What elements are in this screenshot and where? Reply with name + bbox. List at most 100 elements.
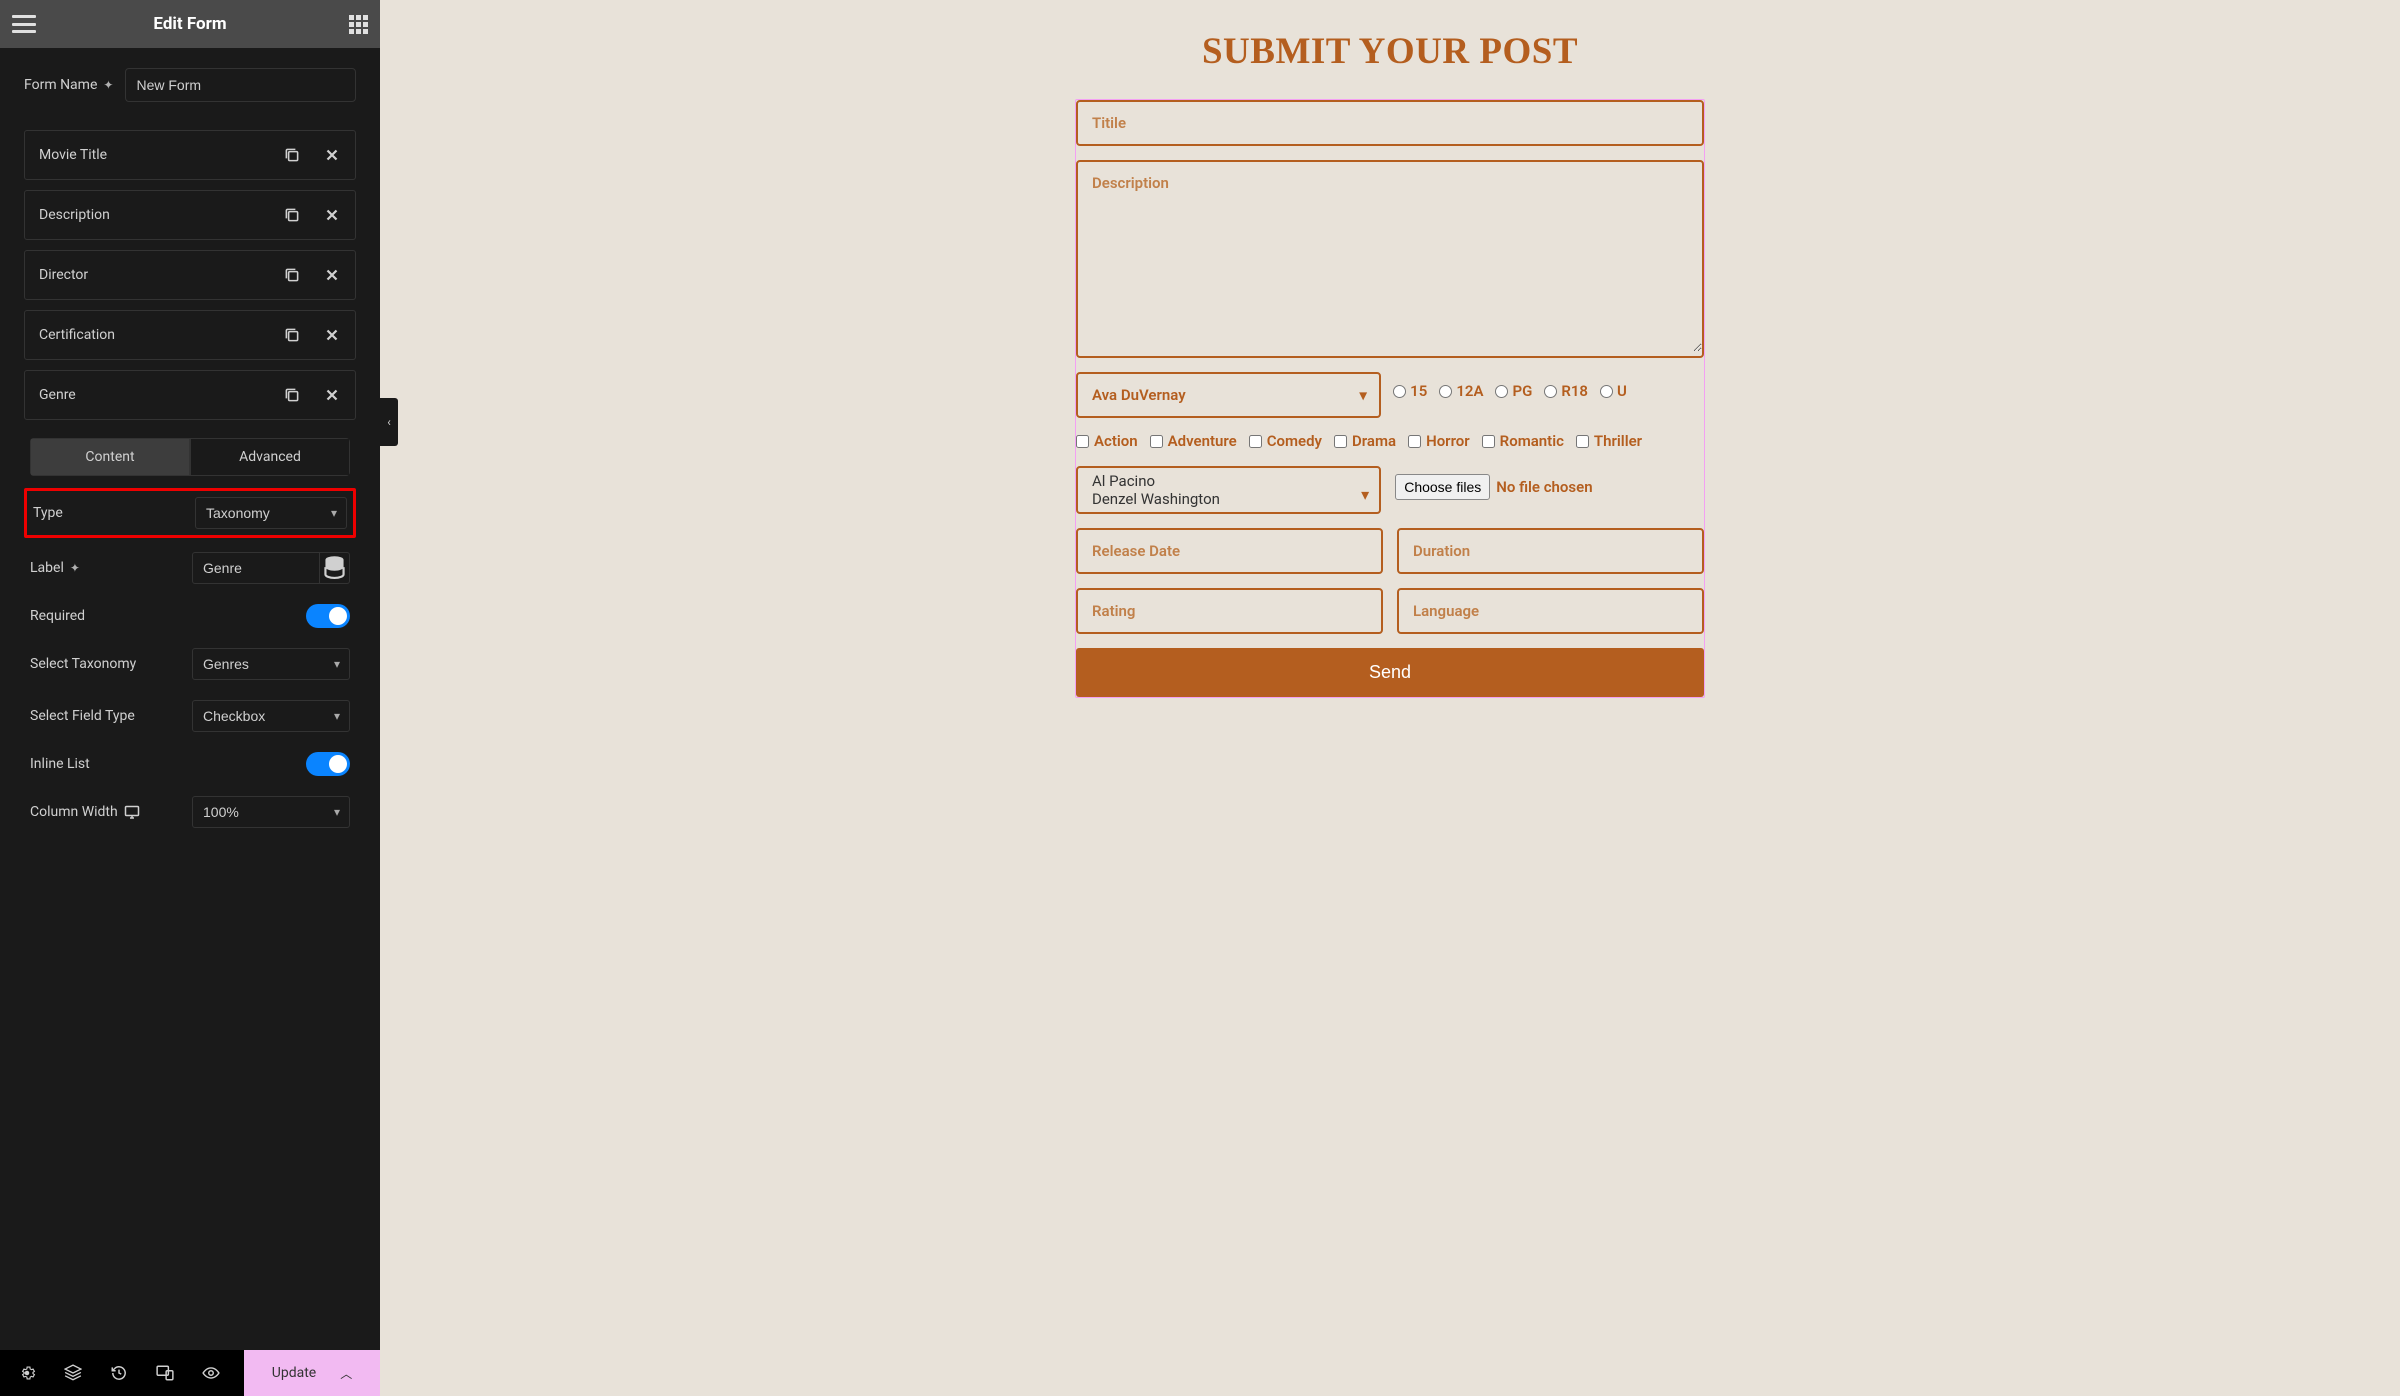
close-icon[interactable] [323,266,341,284]
genre-checkbox[interactable] [1482,435,1495,448]
settings-icon[interactable] [18,1364,36,1382]
prop-select-taxonomy-label: Select Taxonomy [30,656,180,672]
cert-radio[interactable] [1544,385,1557,398]
form-name-row: Form Name ✦ [24,68,356,102]
director-field: Ava DuVernay [1076,372,1381,418]
prop-select-field-type-row: Select Field Type Checkbox [30,700,350,732]
field-item[interactable]: Genre [24,370,356,420]
cert-option[interactable]: 15 [1393,382,1427,400]
history-icon[interactable] [110,1364,128,1382]
genre-checkbox[interactable] [1334,435,1347,448]
desktop-icon[interactable] [124,804,140,820]
close-icon[interactable] [323,326,341,344]
field-item[interactable]: Description [24,190,356,240]
prop-type-label: Type [33,505,183,521]
close-icon[interactable] [323,206,341,224]
chevron-up-icon: ︿ [340,1365,352,1382]
field-item-label: Genre [39,387,283,403]
editor-sidebar: Edit Form Form Name ✦ Movie Title Descrip… [0,0,380,1396]
responsive-icon[interactable] [156,1364,174,1382]
duplicate-icon[interactable] [283,146,301,164]
prop-select-field-type-label: Select Field Type [30,708,180,724]
update-button[interactable]: Update ︿ [244,1350,380,1396]
duplicate-icon[interactable] [283,206,301,224]
column-width-select[interactable]: 100% [192,796,350,828]
genre-option[interactable]: Thriller [1576,432,1642,450]
hamburger-icon[interactable] [12,15,36,33]
actors-select[interactable]: Al PacinoDenzel Washington [1078,468,1379,512]
genre-option[interactable]: Horror [1408,432,1470,450]
inline-list-toggle[interactable] [306,752,350,776]
release-date-input[interactable] [1078,530,1381,572]
no-file-text: No file chosen [1496,478,1592,496]
cert-radio[interactable] [1495,385,1508,398]
database-icon[interactable] [320,552,350,584]
genre-checkbox[interactable] [1076,435,1089,448]
field-item[interactable]: Certification [24,310,356,360]
prop-label-input[interactable] [192,552,320,584]
director-select[interactable]: Ava DuVernay [1078,374,1379,416]
genre-option[interactable]: Action [1076,432,1138,450]
genre-checkbox[interactable] [1249,435,1262,448]
cert-option[interactable]: U [1600,382,1627,400]
language-input[interactable] [1399,590,1702,632]
cert-radio[interactable] [1600,385,1613,398]
field-item-label: Director [39,267,283,283]
actor-option[interactable]: Denzel Washington [1092,490,1355,508]
prop-column-width-row: Column Width 100% [30,796,350,828]
sidebar-header: Edit Form [0,0,380,48]
form-name-label: Form Name ✦ [24,77,113,93]
genre-option[interactable]: Drama [1334,432,1396,450]
genre-checkbox[interactable] [1408,435,1421,448]
select-taxonomy-select[interactable]: Genres [192,648,350,680]
duplicate-icon[interactable] [283,326,301,344]
cert-option[interactable]: 12A [1439,382,1483,400]
cert-radio[interactable] [1393,385,1406,398]
tab-content[interactable]: Content [30,438,190,476]
sparkle-icon: ✦ [70,561,80,575]
select-field-type-select[interactable]: Checkbox [192,700,350,732]
file-upload-field: Choose files No file chosen [1395,466,1704,500]
duplicate-icon[interactable] [283,386,301,404]
genre-option[interactable]: Comedy [1249,432,1322,450]
field-item[interactable]: Movie Title [24,130,356,180]
form-name-input[interactable] [125,68,356,102]
tab-advanced[interactable]: Advanced [190,438,350,476]
collapse-sidebar-tab[interactable]: ‹ [380,398,398,446]
title-input[interactable] [1078,102,1702,144]
layers-icon[interactable] [64,1364,82,1382]
duplicate-icon[interactable] [283,266,301,284]
close-icon[interactable] [323,146,341,164]
genre-option[interactable]: Adventure [1150,432,1237,450]
prop-label-row: Label ✦ [30,552,350,584]
field-item[interactable]: Director [24,250,356,300]
certification-group: 15 12A PG R18 U [1385,372,1699,402]
apps-grid-icon[interactable] [349,15,368,34]
choose-files-button[interactable]: Choose files [1395,474,1490,500]
rating-input[interactable] [1078,590,1381,632]
genre-option[interactable]: Romantic [1482,432,1564,450]
preview-canvas: SUBMIT YOUR POST Ava DuVernay 15 12A PG … [380,0,2400,1396]
close-icon[interactable] [323,386,341,404]
cert-radio[interactable] [1439,385,1452,398]
description-textarea[interactable] [1078,162,1702,352]
genre-group: Action Adventure Comedy Drama Horror Rom… [1076,432,1704,452]
prop-type-select[interactable]: Taxonomy [195,497,347,529]
required-toggle[interactable] [306,604,350,628]
sparkle-icon: ✦ [103,78,113,92]
sidebar-footer: Update ︿ [0,1350,380,1396]
genre-checkbox[interactable] [1576,435,1589,448]
preview-icon[interactable] [202,1364,220,1382]
duration-field [1397,528,1704,574]
actors-field: Al PacinoDenzel Washington [1076,466,1381,514]
title-field [1076,100,1704,146]
actor-option[interactable]: Al Pacino [1092,472,1355,490]
duration-input[interactable] [1399,530,1702,572]
cert-option[interactable]: PG [1495,382,1532,400]
sidebar-title: Edit Form [0,14,380,34]
send-button[interactable]: Send [1076,648,1704,697]
prop-column-width-label: Column Width [30,804,180,820]
prop-select-taxonomy-row: Select Taxonomy Genres [30,648,350,680]
cert-option[interactable]: R18 [1544,382,1588,400]
genre-checkbox[interactable] [1150,435,1163,448]
